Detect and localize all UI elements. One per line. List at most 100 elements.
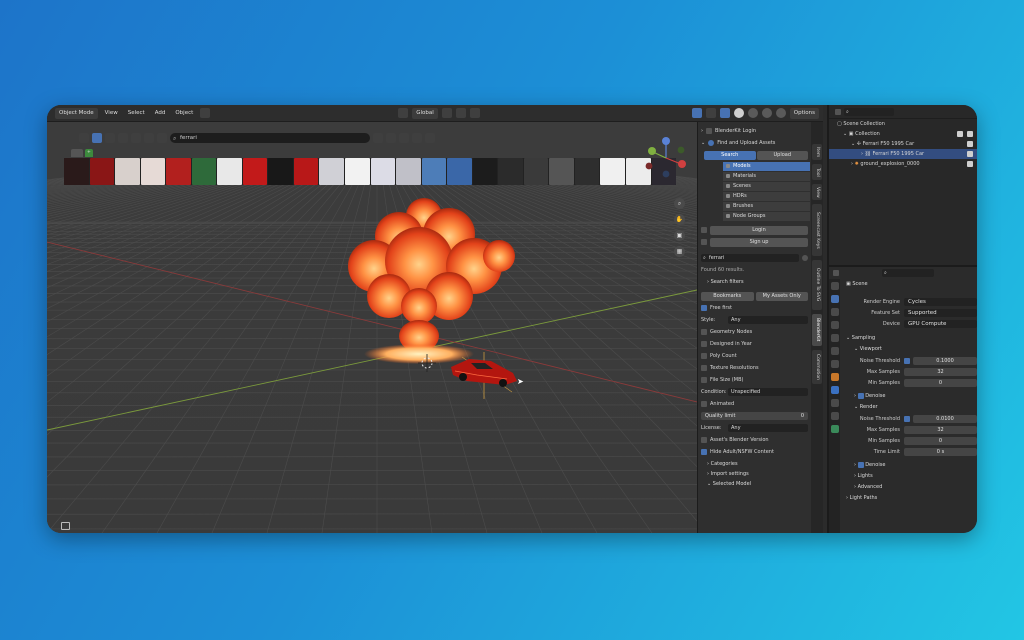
brush-type-icon[interactable] xyxy=(144,133,154,143)
asset-thumbnail[interactable] xyxy=(319,158,345,185)
asset-thumbnail[interactable] xyxy=(447,158,472,185)
signup-button[interactable]: Sign up xyxy=(710,237,808,247)
tab-item[interactable]: Item xyxy=(812,144,822,160)
asset-thumbnail[interactable] xyxy=(293,158,319,185)
r-denoise-subpanel[interactable]: › Denoise xyxy=(842,460,977,471)
render-tab-icon[interactable] xyxy=(830,295,839,303)
asset-thumbnail[interactable] xyxy=(498,158,523,185)
vp-denoise-subpanel[interactable]: › Denoise xyxy=(842,391,977,402)
bookmarks-button[interactable]: Bookmarks xyxy=(701,291,754,301)
material-type-icon[interactable] xyxy=(105,133,115,143)
r-noise-threshold-field[interactable]: 0.0100 xyxy=(913,414,977,423)
lights-subpanel[interactable]: › Lights xyxy=(842,471,977,482)
advanced-subpanel[interactable]: › Advanced xyxy=(842,482,977,493)
scene-tab-icon[interactable] xyxy=(830,334,839,342)
select-tool-icon[interactable] xyxy=(92,133,102,143)
search-filters-header[interactable]: › Search filters xyxy=(701,277,808,287)
vp-min-samples-field[interactable]: 0 xyxy=(904,378,977,387)
hdr-type-icon[interactable] xyxy=(131,133,141,143)
categories-header[interactable]: › Categories xyxy=(701,459,808,469)
shield-icon[interactable] xyxy=(425,133,435,143)
options-dropdown[interactable]: Options xyxy=(789,107,819,119)
render-subpanel[interactable]: ⌄ Render xyxy=(842,402,977,413)
device-dropdown[interactable]: GPU Compute xyxy=(904,319,977,328)
transform-orientation-icon[interactable] xyxy=(398,108,409,118)
eye-icon[interactable] xyxy=(967,151,973,157)
style-dropdown[interactable]: Any xyxy=(728,316,808,324)
asset-thumbnail[interactable] xyxy=(64,158,89,185)
tab-outline-to-svg[interactable]: Outline To SVG xyxy=(812,260,822,310)
physics-tab-icon[interactable] xyxy=(830,412,839,420)
grid-view-icon[interactable]: ▦ xyxy=(674,246,685,257)
shading-rendered-icon[interactable] xyxy=(761,108,772,118)
tool-tab-icon[interactable] xyxy=(830,282,839,290)
upload-tab-button[interactable]: Upload xyxy=(756,150,808,160)
asset-thumbnail[interactable] xyxy=(472,158,498,185)
asset-thumbnail[interactable] xyxy=(574,158,600,185)
sort-icon[interactable] xyxy=(399,133,409,143)
animated-checkbox[interactable] xyxy=(701,401,707,407)
shading-wireframe-icon[interactable] xyxy=(775,108,786,118)
light-paths-panel[interactable]: › Light Paths xyxy=(842,493,977,504)
type-hdrs[interactable]: HDRs xyxy=(723,192,810,201)
blender-version-checkbox[interactable] xyxy=(701,437,707,443)
texture-resolutions-checkbox[interactable] xyxy=(701,365,707,371)
snap-icon[interactable] xyxy=(455,108,466,118)
hide-adult-checkbox[interactable] xyxy=(701,449,707,455)
outliner-collection[interactable]: ⌄ ▣ Collection xyxy=(829,129,977,139)
asset-thumbnail[interactable] xyxy=(600,158,626,185)
asset-bar-tab[interactable] xyxy=(71,149,83,157)
menu-view[interactable]: View xyxy=(102,110,121,116)
r-max-samples-field[interactable]: 32 xyxy=(904,425,977,434)
output-tab-icon[interactable] xyxy=(830,308,839,316)
scene-type-icon[interactable] xyxy=(118,133,128,143)
asset-thumbnail[interactable] xyxy=(268,158,293,185)
r-noise-threshold-checkbox[interactable] xyxy=(904,415,910,422)
geometry-nodes-checkbox[interactable] xyxy=(701,329,707,335)
3d-cursor[interactable] xyxy=(418,354,436,372)
asset-thumbnail[interactable] xyxy=(396,158,421,185)
display-mode-icon[interactable] xyxy=(835,108,841,115)
panel-search-input[interactable]: ⌕ ferrari xyxy=(701,254,799,262)
asset-thumbnail[interactable] xyxy=(549,158,574,185)
vp-denoise-checkbox[interactable] xyxy=(857,392,864,399)
outliner-search-input[interactable]: ⌕ xyxy=(844,107,894,116)
free-first-checkbox[interactable] xyxy=(701,305,707,311)
transform-orientation-dropdown[interactable]: Global xyxy=(412,107,438,119)
layers-icon[interactable] xyxy=(386,133,396,143)
render-engine-dropdown[interactable]: Cycles xyxy=(904,297,977,306)
asset-thumbnail[interactable] xyxy=(89,158,115,185)
properties-type-icon[interactable] xyxy=(833,270,839,276)
world-tab-icon[interactable] xyxy=(830,347,839,355)
particles-tab-icon[interactable] xyxy=(830,399,839,407)
asset-thumbnail[interactable] xyxy=(370,158,396,185)
mode-dropdown[interactable]: Object Mode xyxy=(55,107,98,119)
tab-blenderkit[interactable]: BlenderKit xyxy=(812,314,822,346)
filter-icon[interactable] xyxy=(412,133,422,143)
blenderkit-icon[interactable] xyxy=(200,108,211,118)
menu-add[interactable]: Add xyxy=(152,110,169,116)
modifier-tab-icon[interactable] xyxy=(830,386,839,394)
eye-icon[interactable] xyxy=(967,131,973,137)
asset-thumbnail[interactable] xyxy=(191,158,217,185)
asset-thumbnail[interactable] xyxy=(166,158,191,185)
camera-icon[interactable]: ▣ xyxy=(674,230,685,241)
asset-thumbnail[interactable] xyxy=(140,158,166,185)
eye-icon[interactable] xyxy=(967,161,973,167)
selected-model-header[interactable]: ⌄ Selected Model xyxy=(701,479,808,489)
pan-hand-icon[interactable]: ✋ xyxy=(674,214,685,225)
gizmo-toggle-icon[interactable] xyxy=(691,108,702,118)
proportional-icon[interactable] xyxy=(469,108,480,118)
designed-in-year-checkbox[interactable] xyxy=(701,341,707,347)
zoom-icon[interactable]: ⌕ xyxy=(674,198,685,209)
outliner-scene-collection[interactable]: ▢ Scene Collection xyxy=(829,119,977,129)
navigation-gizmo[interactable] xyxy=(643,136,689,180)
condition-dropdown[interactable]: Unspecified xyxy=(728,388,808,396)
outliner-ferrari-child[interactable]: › ⛓ Ferrari F50 1995 Car xyxy=(829,149,977,159)
type-scenes[interactable]: Scenes xyxy=(723,182,810,191)
type-models[interactable]: Models xyxy=(723,162,810,171)
search-tab-button[interactable]: Search xyxy=(704,150,756,160)
outliner-explosion[interactable]: › ✹ ground_explosion_0000 xyxy=(829,159,977,169)
vp-max-samples-field[interactable]: 32 xyxy=(904,367,977,376)
overlay-icon[interactable] xyxy=(705,108,716,118)
